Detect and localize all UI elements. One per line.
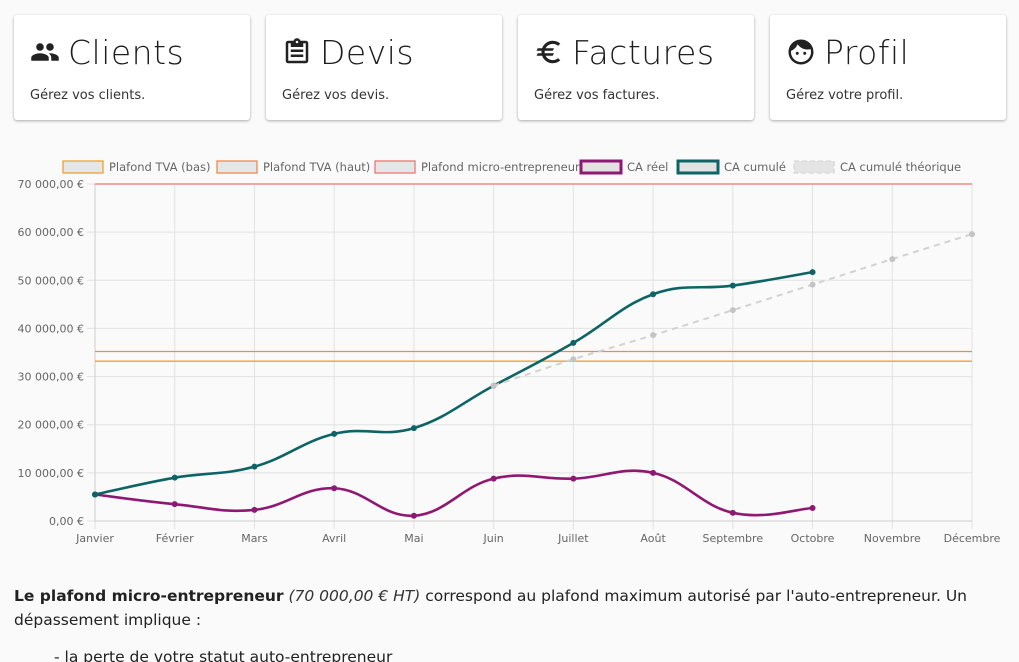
legend-swatch-ca-cumule-theorique	[793, 160, 835, 174]
profil-card[interactable]: Profil Gérez votre profil.	[770, 15, 1006, 120]
x-tick-label: Mars	[241, 532, 268, 545]
y-tick-label: 40 000,00 €	[18, 322, 84, 335]
legend-swatch-plafond-tva-bas-	[62, 160, 104, 174]
clipboard-icon	[282, 37, 312, 67]
y-tick-label: 50 000,00 €	[18, 274, 84, 287]
ca-reel-point	[729, 509, 736, 516]
ca-cumule-point	[570, 339, 577, 346]
euro-icon	[534, 37, 564, 67]
ca-cumule-theorique-point	[650, 332, 657, 339]
revenue-chart: 0,00 € 10 000,00 € 20 000,00 € 30 000,00 € 4…	[0, 150, 1019, 550]
legend-swatch-plafond-micro-entrepreneur	[374, 160, 416, 174]
card-header: Factures	[534, 32, 738, 72]
ca-cumule-point	[729, 282, 736, 289]
ca-cumule-point	[251, 463, 258, 470]
y-tick-label: 20 000,00 €	[18, 419, 84, 432]
ca-cumule-point	[410, 425, 417, 432]
card-header: Devis	[282, 32, 486, 72]
card-title: Devis	[320, 32, 415, 72]
x-tick-label: Novembre	[864, 532, 921, 545]
ca-cumule-point	[92, 491, 98, 498]
card-title: Factures	[572, 32, 715, 72]
legend-label-plafond-tva-haut-: Plafond TVA (haut)	[263, 160, 370, 174]
factures-card[interactable]: Factures Gérez vos factures.	[518, 15, 754, 120]
legend-label-plafond-micro-entrepreneur: Plafond micro-entrepreneur	[421, 160, 580, 174]
ca-cumule-point	[809, 269, 816, 276]
list-item: - la perte de votre statut auto-entrepre…	[54, 648, 393, 662]
x-tick-label: Décembre	[944, 532, 1001, 545]
face-icon	[786, 37, 816, 67]
ca-reel-point	[570, 475, 577, 482]
ca-cumule-point	[331, 430, 338, 437]
card-title: Clients	[68, 32, 185, 72]
ca-reel-point	[331, 485, 338, 492]
card-subtitle: Gérez votre profil.	[786, 88, 904, 103]
explanation-paragraph: Le plafond micro-entrepreneur (70 000,00…	[14, 584, 1004, 632]
ca-cumule-theorique-point	[809, 281, 816, 288]
card-subtitle: Gérez vos devis.	[282, 88, 390, 103]
x-tick-label: Février	[156, 532, 194, 545]
legend-swatch-ca-cumule	[676, 159, 720, 175]
legend-label-ca-cumule-theorique: CA cumulé théorique	[840, 160, 961, 174]
y-tick-label: 60 000,00 €	[18, 226, 84, 239]
chart-svg: 0,00 € 10 000,00 € 20 000,00 € 30 000,00 € 4…	[18, 159, 1001, 545]
ca-reel-point	[410, 512, 417, 519]
italic-amount: (70 000,00 € HT)	[288, 587, 421, 605]
legend-label-plafond-tva-bas-: Plafond TVA (bas)	[109, 160, 211, 174]
people-icon	[30, 37, 60, 67]
legend-label-ca-cumule: CA cumulé	[724, 160, 786, 174]
y-tick-label: 0,00 €	[49, 515, 84, 528]
x-tick-label: Avril	[322, 532, 346, 545]
y-tick-label: 30 000,00 €	[18, 371, 84, 384]
card-header: Clients	[30, 32, 234, 72]
clients-card[interactable]: Clients Gérez vos clients.	[14, 15, 250, 120]
cards-row: Clients Gérez vos clients. Devis Gérez v…	[14, 15, 1006, 120]
ca-reel-point	[251, 506, 258, 513]
card-header: Profil	[786, 32, 990, 72]
x-tick-label: Janvier	[75, 532, 114, 545]
x-tick-label: Mai	[404, 532, 423, 545]
card-subtitle: Gérez vos clients.	[30, 88, 146, 103]
ca-cumule-point	[650, 291, 657, 298]
strong-text: Le plafond micro-entrepreneur	[14, 587, 284, 605]
ca-reel-point	[809, 505, 816, 512]
x-tick-label: Juin	[483, 532, 504, 545]
ca-cumule-point	[171, 474, 178, 481]
ca-cumule-theorique-point	[889, 256, 896, 263]
legend-label-ca-reel: CA réel	[627, 160, 668, 174]
legend-swatch-ca-reel	[579, 159, 623, 175]
ca-cumule-theorique-point	[969, 231, 975, 238]
x-tick-label: Octobre	[791, 532, 835, 545]
card-title: Profil	[824, 32, 910, 72]
ca-cumule-theorique-point	[570, 356, 577, 363]
ca-cumule-theorique-point	[490, 382, 497, 389]
y-tick-label: 10 000,00 €	[18, 467, 84, 480]
ca-reel-point	[490, 475, 497, 482]
x-tick-label: Septembre	[703, 532, 764, 545]
ca-reel-point	[650, 469, 657, 476]
x-tick-label: Juillet	[557, 532, 589, 545]
card-subtitle: Gérez vos factures.	[534, 88, 660, 103]
ca-cumule-theorique-point	[729, 307, 736, 314]
plot-area	[95, 184, 972, 521]
x-tick-label: Août	[640, 532, 666, 545]
ca-reel-point	[171, 501, 178, 508]
y-tick-label: 70 000,00 €	[18, 178, 84, 191]
legend-swatch-plafond-tva-haut-	[216, 160, 258, 174]
devis-card[interactable]: Devis Gérez vos devis.	[266, 15, 502, 120]
